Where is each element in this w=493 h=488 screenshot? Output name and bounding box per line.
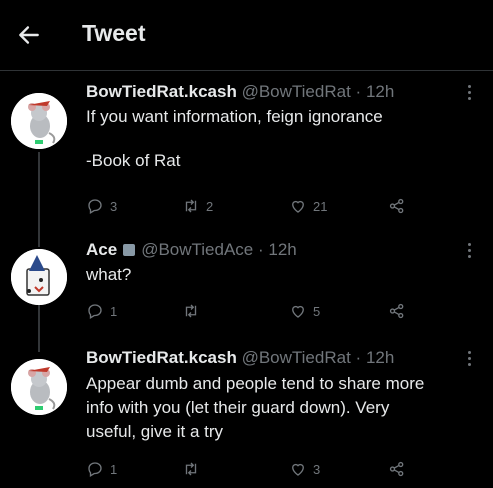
retweet-button[interactable]: [182, 300, 206, 322]
tweet[interactable]: BowTiedRat.kcash @BowTiedRat · 12h Appea…: [0, 344, 493, 488]
display-name[interactable]: BowTiedRat.kcash: [86, 348, 237, 367]
separator-dot: ·: [355, 348, 362, 367]
heart-icon: [292, 463, 304, 476]
share-icon: [389, 198, 404, 214]
retweet-icon: [185, 462, 197, 476]
ace-avatar-image: [11, 249, 67, 305]
retweet-button[interactable]: [182, 458, 206, 480]
like-button[interactable]: 3: [289, 458, 320, 480]
reply-button[interactable]: 3: [86, 195, 117, 217]
top-bar: Tweet: [0, 0, 493, 70]
heart-icon: [292, 305, 304, 318]
tweet[interactable]: Ace @BowTiedAce · 12h what? 1 5: [0, 236, 493, 336]
reply-icon: [88, 462, 102, 477]
tweet-actions: 1 3: [86, 458, 416, 480]
rat-avatar-image: [11, 93, 67, 149]
more-options-icon[interactable]: [467, 243, 473, 261]
reply-count: 1: [110, 461, 118, 477]
reply-count: 1: [110, 303, 118, 319]
tweet[interactable]: BowTiedRat.kcash @BowTiedRat · 12h If yo…: [0, 78, 493, 228]
separator-dot: ·: [257, 240, 264, 259]
separator-dot: ·: [355, 82, 362, 101]
tweet-actions: 1 5: [86, 300, 416, 322]
reply-button[interactable]: 1: [86, 300, 117, 322]
share-button[interactable]: [388, 458, 412, 480]
tweet-meta: Ace @BowTiedAce · 12h: [86, 240, 297, 260]
timestamp[interactable]: 12h: [268, 240, 296, 259]
tweet-text-line: what?: [86, 265, 132, 284]
retweet-icon: [185, 304, 197, 318]
tweet-text-line: info with you (let their guard down). Ve…: [86, 398, 390, 417]
reply-button[interactable]: 1: [86, 458, 117, 480]
tweet-text: Appear dumb and people tend to share mor…: [86, 372, 482, 444]
tweet-text-line: If you want information, feign ignorance: [86, 107, 383, 126]
tweet-text-line: -Book of Rat: [86, 151, 181, 170]
share-button[interactable]: [388, 195, 412, 217]
timestamp[interactable]: 12h: [366, 348, 394, 367]
retweet-button[interactable]: 2: [182, 195, 213, 217]
page-title: Tweet: [82, 20, 146, 46]
header-divider: [0, 70, 493, 71]
reply-icon: [88, 304, 102, 319]
avatar[interactable]: [11, 93, 67, 149]
avatar[interactable]: [11, 249, 67, 305]
reply-icon: [88, 199, 102, 214]
tweet-meta: BowTiedRat.kcash @BowTiedRat · 12h: [86, 348, 394, 368]
tweet-actions: 3 2 21: [86, 195, 416, 217]
display-name[interactable]: BowTiedRat.kcash: [86, 82, 237, 101]
avatar[interactable]: [11, 359, 67, 415]
like-button[interactable]: 21: [289, 195, 327, 217]
arrow-left-icon[interactable]: [16, 22, 42, 48]
tweet-text-line: useful, give it a try: [86, 422, 224, 441]
reply-count: 3: [110, 198, 118, 214]
share-icon: [389, 461, 404, 477]
like-count: 21: [313, 198, 328, 214]
share-button[interactable]: [388, 300, 412, 322]
like-count: 3: [313, 461, 321, 477]
rat-avatar-image: [11, 359, 67, 415]
more-options-icon[interactable]: [467, 351, 473, 369]
tweet-meta: BowTiedRat.kcash @BowTiedRat · 12h: [86, 82, 394, 102]
timestamp[interactable]: 12h: [366, 82, 394, 101]
tweet-text: If you want information, feign ignorance…: [86, 106, 482, 172]
retweet-icon: [185, 199, 197, 213]
like-count: 5: [313, 303, 321, 319]
more-options-icon[interactable]: [467, 85, 473, 103]
user-handle[interactable]: @BowTiedRat: [242, 82, 351, 101]
like-button[interactable]: 5: [289, 300, 320, 322]
user-handle[interactable]: @BowTiedRat: [242, 348, 351, 367]
retweet-count: 2: [206, 198, 214, 214]
share-icon: [389, 303, 404, 319]
user-handle[interactable]: @BowTiedAce: [141, 240, 253, 259]
display-name[interactable]: Ace: [86, 240, 117, 259]
heart-icon: [292, 200, 304, 213]
bowtie-badge-icon: [123, 244, 136, 256]
tweet-text-line: Appear dumb and people tend to share mor…: [86, 374, 425, 393]
tweet-text: what?: [86, 264, 482, 286]
